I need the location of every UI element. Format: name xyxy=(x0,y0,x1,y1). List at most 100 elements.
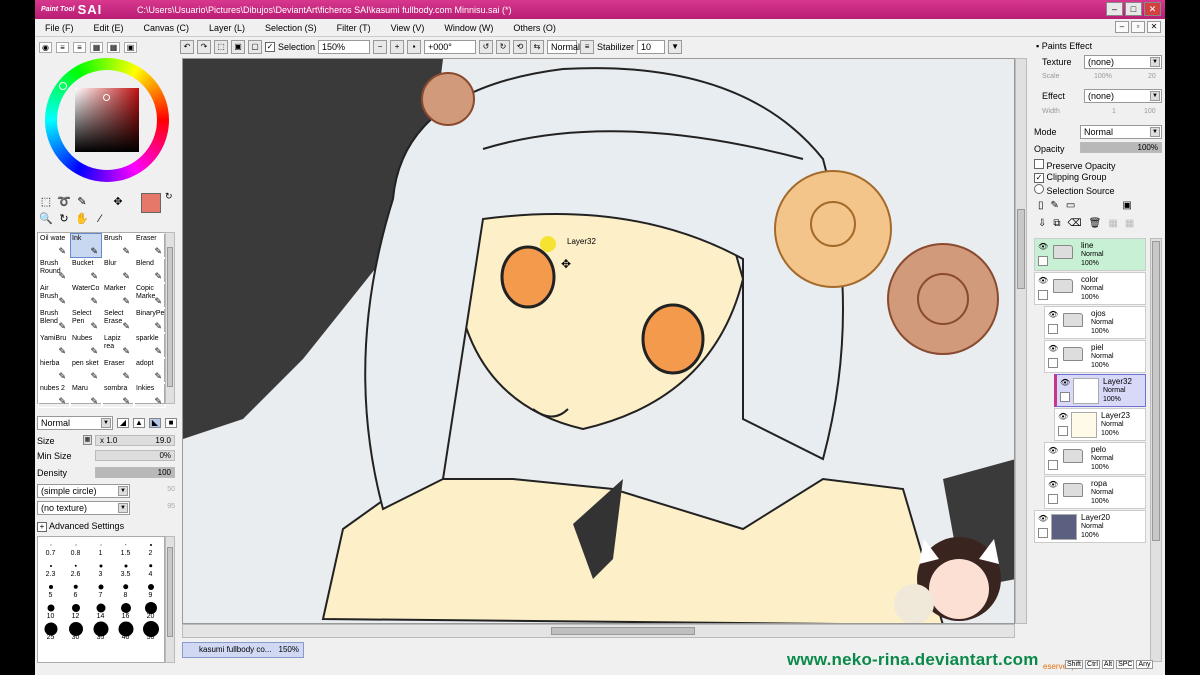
layer-lock-checkbox[interactable] xyxy=(1048,460,1058,470)
brush-size-preset[interactable]: 35 xyxy=(88,621,113,642)
brush-texture-select[interactable]: (no texture) ▼ xyxy=(37,501,130,515)
brush-shape-select[interactable]: (simple circle) ▼ xyxy=(37,484,130,498)
brush-tool-item[interactable]: Blur ✎ xyxy=(102,258,134,283)
menu-item-view[interactable]: View (V) xyxy=(381,23,435,33)
color-wheel-tab[interactable]: ◉ xyxy=(39,42,52,53)
invert-selection-button[interactable]: ▣ xyxy=(231,40,245,54)
visibility-eye-icon[interactable]: 👁 xyxy=(1058,412,1068,421)
brush-size-preset[interactable]: 20 xyxy=(138,600,163,621)
sv-picker[interactable] xyxy=(103,94,110,101)
brush-tool-item[interactable]: Bucket ✎ xyxy=(70,258,102,283)
layer-lock-checkbox[interactable] xyxy=(1048,324,1058,334)
layer-lock-checkbox[interactable] xyxy=(1048,358,1058,368)
move-icon[interactable]: ✥ xyxy=(111,196,125,209)
brush-size-preset[interactable]: 7 xyxy=(88,579,113,600)
brush-tool-item[interactable]: Oil wate ✎ xyxy=(38,233,70,258)
brush-size-preset[interactable]: 14 xyxy=(88,600,113,621)
hsv-slider-tab[interactable]: ≡ xyxy=(73,42,86,53)
brush-tool-item[interactable]: Brush ✎ xyxy=(102,233,134,258)
texture-strength[interactable]: 95 xyxy=(135,503,175,510)
brush-tool-item[interactable]: Blend ✎ xyxy=(134,258,166,283)
brush-size-preset[interactable]: 3 xyxy=(88,558,113,579)
menu-item-filter[interactable]: Filter (T) xyxy=(327,23,381,33)
visibility-eye-icon[interactable]: 👁 xyxy=(1048,480,1058,489)
brush-tool-item[interactable]: Marker ✎ xyxy=(102,283,134,308)
redo-button[interactable]: ↷ xyxy=(197,40,211,54)
layer-item-ropa[interactable]: 👁 ropa Normal 100% xyxy=(1044,476,1146,509)
min-size-slider[interactable]: 0% xyxy=(95,450,175,461)
brush-tool-item[interactable]: sombra ✎ xyxy=(102,383,134,408)
stabilizer-dropdown[interactable]: ▼ xyxy=(668,40,683,54)
visibility-eye-icon[interactable]: 👁 xyxy=(1048,344,1058,353)
brush-size-preset[interactable]: 6 xyxy=(63,579,88,600)
size-slider[interactable]: x 1.0 19.0 xyxy=(95,435,175,446)
layer-item-pelo[interactable]: 👁 pelo Normal 100% xyxy=(1044,442,1146,475)
rotate-icon[interactable]: ↻ xyxy=(57,213,71,226)
effect-select[interactable]: (none) ▼ xyxy=(1084,89,1162,103)
zoom-out-button[interactable]: − xyxy=(373,40,388,54)
undo-button[interactable]: ↶ xyxy=(180,40,194,54)
brush-size-preset[interactable]: 25 xyxy=(38,621,63,642)
canvas-vertical-scrollbar[interactable] xyxy=(1015,58,1027,624)
brush-size-preset[interactable]: 2.3 xyxy=(38,558,63,579)
shape-strength[interactable]: 50 xyxy=(135,486,175,493)
brush-tool-item[interactable]: Eraser ✎ xyxy=(134,233,166,258)
brush-tool-item[interactable]: nubes 2 ✎ xyxy=(38,383,70,408)
brush-tool-item[interactable]: Nubes ✎ xyxy=(70,333,102,358)
shape-soft-icon[interactable]: ◣ xyxy=(149,418,161,428)
visibility-eye-icon[interactable]: 👁 xyxy=(1038,242,1048,251)
minimize-button[interactable]: – xyxy=(1106,2,1123,16)
selection-off-button[interactable]: ▢ xyxy=(248,40,262,54)
brush-tool-item[interactable]: adopt ✎ xyxy=(134,358,166,383)
layer-item-layer20[interactable]: 👁 Layer20 Normal 100% xyxy=(1034,510,1146,543)
menu-item-edit[interactable]: Edit (E) xyxy=(84,23,134,33)
size-multiplier-dropdown[interactable]: ▦ xyxy=(83,435,92,445)
shape-flat-icon[interactable]: ◢ xyxy=(117,418,129,428)
doc-restore-button[interactable]: ▫ xyxy=(1131,21,1145,33)
brush-tool-item[interactable]: WaterCo ✎ xyxy=(70,283,102,308)
layer-item-piel[interactable]: 👁 piel Normal 100% xyxy=(1044,340,1146,373)
doc-minimize-button[interactable]: – xyxy=(1115,21,1129,33)
brush-size-preset[interactable]: 8 xyxy=(113,579,138,600)
advanced-settings-toggle[interactable]: + Advanced Settings xyxy=(37,521,124,532)
close-button[interactable]: ✕ xyxy=(1144,2,1161,16)
brush-size-preset[interactable]: 4 xyxy=(138,558,163,579)
brush-size-preset[interactable]: 1 xyxy=(88,537,113,558)
brush-size-preset[interactable]: 40 xyxy=(113,621,138,642)
rgb-slider-tab[interactable]: ≡ xyxy=(56,42,69,53)
drawing-canvas[interactable]: Layer32 ✥ xyxy=(182,58,1015,624)
rotate-right-button[interactable]: ↻ xyxy=(496,40,511,54)
menu-item-selection[interactable]: Selection (S) xyxy=(255,23,327,33)
layer-item-ojos[interactable]: 👁 ojos Normal 100% xyxy=(1044,306,1146,339)
menu-item-others[interactable]: Others (O) xyxy=(503,23,566,33)
color-wheel[interactable] xyxy=(45,58,169,182)
mixer-tab[interactable]: ▦ xyxy=(90,42,103,53)
layer-item-layer23[interactable]: 👁 Layer23 Normal 100% xyxy=(1054,408,1146,441)
layer-lock-checkbox[interactable] xyxy=(1038,528,1048,538)
brush-size-preset[interactable]: 2.6 xyxy=(63,558,88,579)
swatches-tab[interactable]: ▦ xyxy=(107,42,120,53)
menu-item-canvas[interactable]: Canvas (C) xyxy=(134,23,200,33)
visibility-eye-icon[interactable]: 👁 xyxy=(1048,310,1058,319)
brush-tool-item[interactable]: Air Brush ✎ xyxy=(38,283,70,308)
brush-size-preset[interactable]: 16 xyxy=(113,600,138,621)
brush-size-preset[interactable]: 10 xyxy=(38,600,63,621)
rotate-left-button[interactable]: ↺ xyxy=(479,40,494,54)
new-linework-icon[interactable]: ✎ xyxy=(1051,200,1059,211)
shape-round-icon[interactable]: ▲ xyxy=(133,418,145,428)
zoom-reset-button[interactable]: ▪ xyxy=(407,40,422,54)
layer-lock-checkbox[interactable] xyxy=(1038,290,1048,300)
flip-button[interactable]: ⇆ xyxy=(530,40,545,54)
brush-tool-item[interactable]: Lapiz rea ✎ xyxy=(102,333,134,358)
new-folder-icon[interactable]: ▭ xyxy=(1066,200,1075,211)
rotation-field[interactable]: +000° xyxy=(424,40,477,54)
zoom-icon[interactable]: 🔍 xyxy=(39,213,53,226)
brush-size-preset[interactable]: 3.5 xyxy=(113,558,138,579)
clipping-group-checkbox[interactable]: ✓ Clipping Group xyxy=(1034,172,1107,183)
layer-item-line[interactable]: 👁 line Normal 100% xyxy=(1034,238,1146,271)
doc-close-button[interactable]: ✕ xyxy=(1147,21,1161,33)
document-tab[interactable]: kasumi fullbody co... 150% xyxy=(182,642,304,658)
layer-scrollbar[interactable] xyxy=(1150,238,1162,662)
magic-wand-icon[interactable]: ✎ xyxy=(75,196,89,209)
deselect-button[interactable]: ⬚ xyxy=(214,40,228,54)
